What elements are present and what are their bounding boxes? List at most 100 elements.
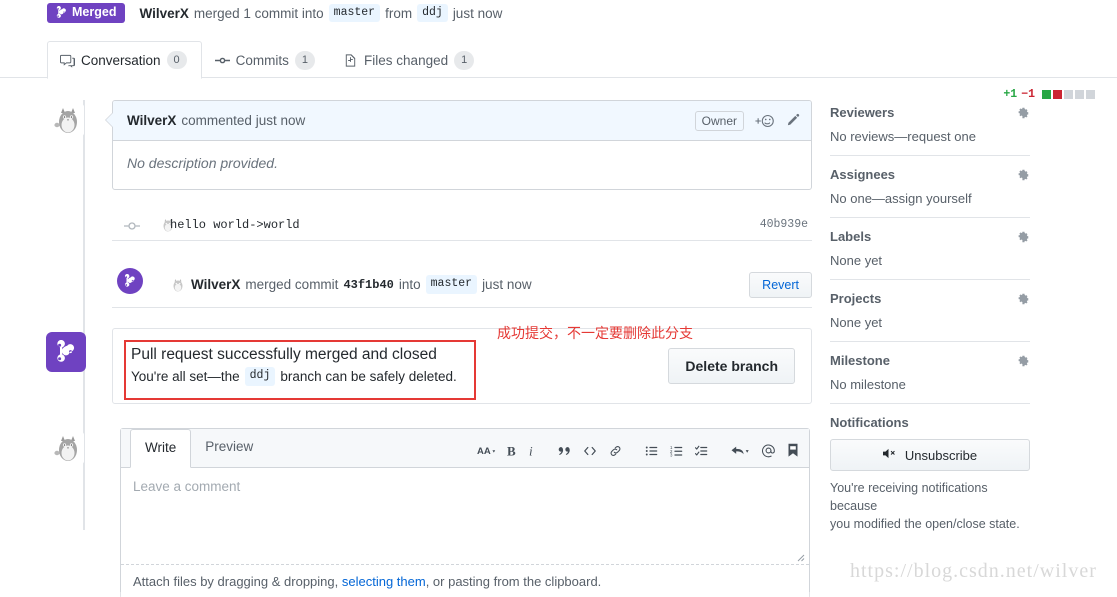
comment-discussion-icon [60,54,75,68]
quote-icon[interactable] [558,444,572,458]
code-icon[interactable] [583,444,597,458]
select-files-link[interactable]: selecting them [342,574,426,589]
tab-preview[interactable]: Preview [191,429,267,468]
comment-body: No description provided. [127,155,278,171]
assignees-body[interactable]: No one—assign yourself [830,191,1030,206]
editor-tabbar: Write Preview AA B i 1 2 3 [121,429,809,468]
pr-author[interactable]: WilverX [139,6,188,21]
diff-additions: +1 [1003,88,1018,101]
tab-commits[interactable]: Commits 1 [202,41,330,79]
timeline-rail [83,100,85,530]
commit-message[interactable]: hello world->world [170,218,300,232]
git-merge-icon [57,340,75,362]
comment-meta: commented just now [181,113,306,128]
sidebar-section-notifications: Notifications Unsubscribe You're receivi… [830,403,1030,544]
attach-text-before: Attach files by dragging & dropping, [133,574,339,589]
head-branch-chip[interactable]: ddj [417,3,448,23]
commit-timeline-row: hello world->world 40b939e [112,209,812,241]
diff-block-neutral [1075,90,1084,99]
add-reaction-icon[interactable] [754,113,776,129]
reply-icon[interactable] [731,444,750,458]
diff-block-added [1042,90,1051,99]
pr-sidebar: Reviewers No reviews—request one Assigne… [830,105,1030,544]
labels-body: None yet [830,253,883,268]
heading-icon[interactable]: AA [477,444,496,458]
pr-header-meta: WilverX merged 1 commit into master from… [139,3,502,23]
merge-success-box: Pull request successfully merged and clo… [112,328,812,404]
svg-text:B: B [507,444,516,458]
projects-body: None yet [830,315,883,330]
merged-time: just now [482,277,532,292]
gear-icon[interactable] [1016,354,1030,368]
pull-request-page: Merged WilverX merged 1 commit into mast… [0,0,1117,597]
task-list-icon[interactable] [695,444,709,458]
merged-text-before: merged commit [245,277,339,292]
svg-text:3: 3 [670,452,673,457]
saved-reply-icon[interactable] [787,443,799,458]
tab-files-changed[interactable]: Files changed 1 [330,41,489,79]
bold-icon[interactable]: B [507,444,518,458]
diff-block-neutral [1064,90,1073,99]
avatar[interactable] [52,104,84,136]
gear-icon[interactable] [1016,106,1030,120]
svg-text:AA: AA [477,446,491,457]
base-branch-chip[interactable]: master [328,3,381,23]
commit-sha[interactable]: 40b939e [760,218,812,231]
gear-icon[interactable] [1016,168,1030,182]
bottom-fade [0,592,1117,597]
revert-button[interactable]: Revert [749,271,812,298]
git-commit-icon [214,57,230,64]
diff-blocks [1042,90,1095,99]
avatar[interactable] [52,432,84,464]
sidebar-section-labels: Labels None yet [830,217,1030,279]
tab-conversation[interactable]: Conversation 0 [47,41,202,79]
ordered-list-icon[interactable]: 1 2 3 [670,444,684,458]
edit-comment-icon[interactable] [786,113,801,128]
merged-author[interactable]: WilverX [191,277,240,292]
attach-text-after: , or pasting from the clipboard. [425,574,602,589]
merged-target-branch[interactable]: master [425,275,478,294]
sidebar-section-reviewers: Reviewers No reviews—request one [830,105,1030,155]
merged-text-mid: into [398,277,421,292]
comment-input[interactable] [121,468,809,564]
markdown-toolbar: AA B i 1 2 3 [477,443,809,467]
merged-commit-sha[interactable]: 43f1b40 [343,278,393,292]
merge-success-icon-badge [46,332,86,372]
comment-author[interactable]: WilverX [127,113,176,128]
gear-icon[interactable] [1016,292,1030,306]
gear-icon[interactable] [1016,230,1030,244]
diff-file-icon [345,54,356,67]
tab-write[interactable]: Write [130,429,192,468]
milestone-title: Milestone [830,353,890,368]
pr-action-text: merged 1 commit into [193,5,324,21]
merge-success-title: Pull request successfully merged and clo… [131,346,437,364]
labels-title: Labels [830,229,872,244]
svg-text:i: i [529,444,533,458]
comment-header: WilverX commented just now Owner [113,101,811,141]
tab-commits-label: Commits [235,53,289,68]
pr-from-text: from [385,5,413,21]
merge-success-subtitle-after: branch can be safely deleted. [280,369,457,384]
italic-icon[interactable]: i [529,444,536,458]
merged-state-badge: Merged [47,3,126,23]
diff-block-neutral [1086,90,1095,99]
reviewers-body[interactable]: No reviews—request one [830,129,1030,144]
mention-icon[interactable] [761,443,776,458]
pr-description-comment: WilverX commented just now Owner No desc… [105,100,812,190]
tab-files-changed-label: Files changed [364,53,449,68]
user-avatar-image [52,104,84,136]
diff-block-deleted [1053,90,1062,99]
link-icon[interactable] [608,444,623,458]
unordered-list-icon[interactable] [645,444,659,458]
pr-header: Merged WilverX merged 1 commit into mast… [0,0,1117,26]
merge-success-branch: ddj [244,367,276,386]
delete-branch-button[interactable]: Delete branch [668,348,795,384]
diff-deletions: −1 [1021,88,1035,101]
tab-files-changed-count: 1 [454,51,475,70]
unsubscribe-button[interactable]: Unsubscribe [830,439,1030,471]
projects-title: Projects [830,291,882,306]
resize-handle[interactable] [795,552,805,562]
user-avatar-image [52,432,84,464]
owner-role-badge: Owner [694,110,744,131]
pencil-icon [787,113,800,126]
